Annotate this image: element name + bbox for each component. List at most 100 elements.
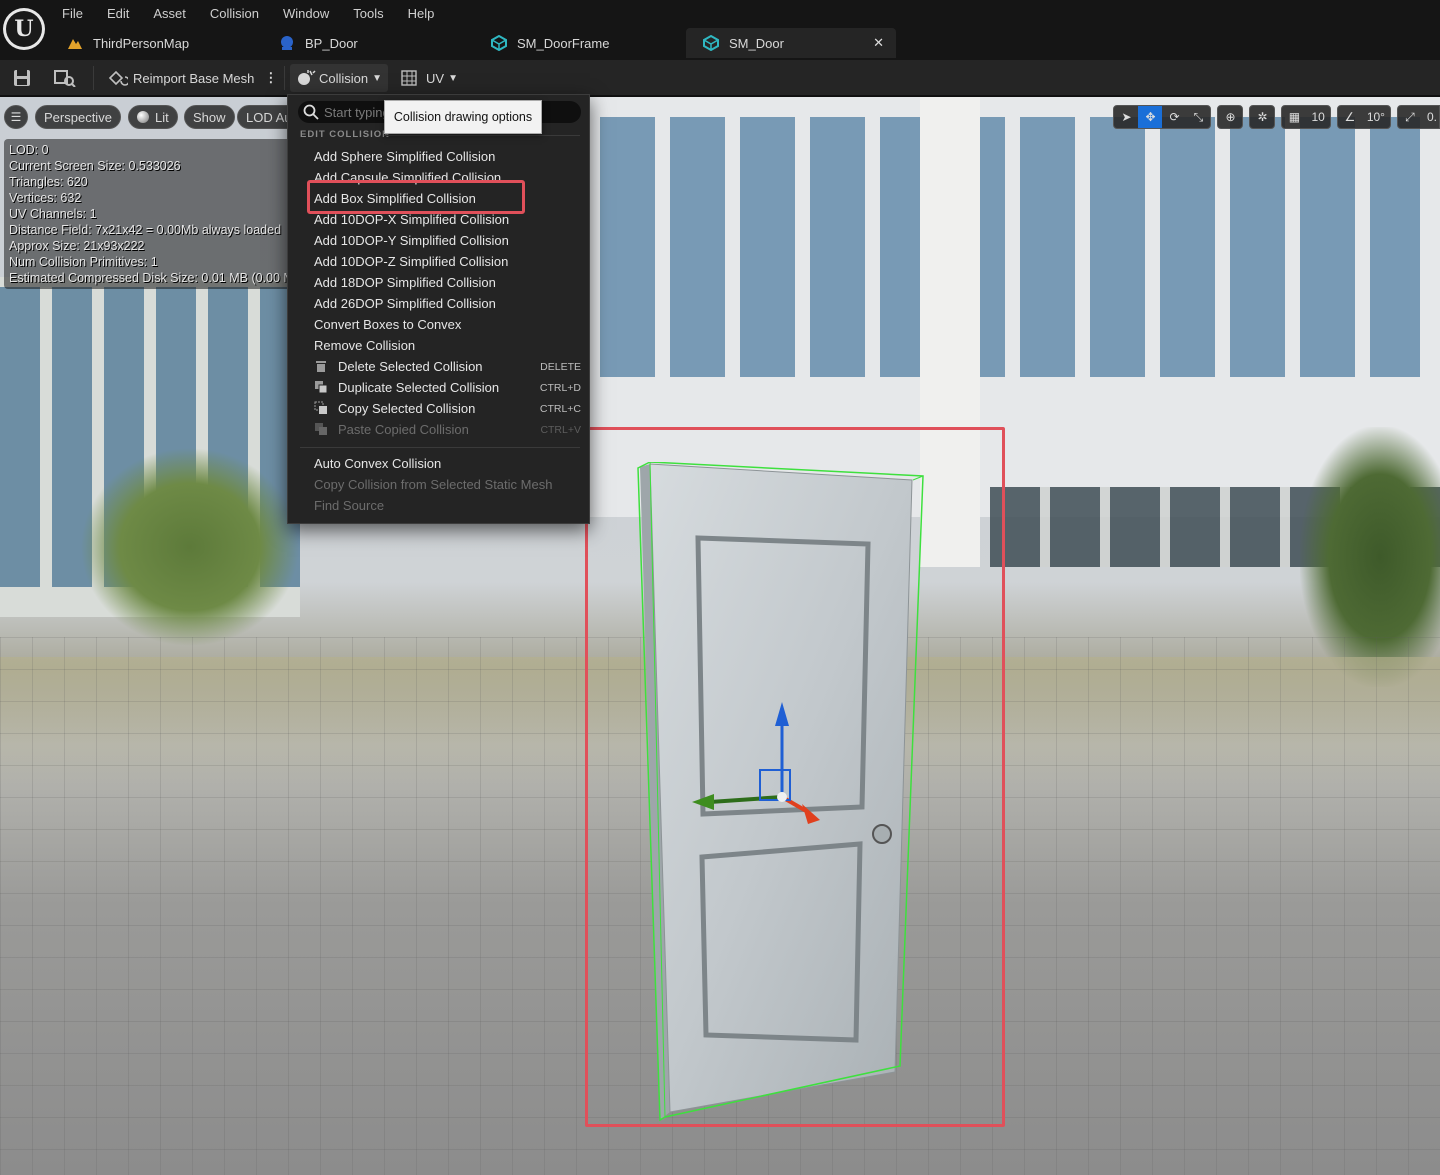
surface-snap-icon[interactable]: ✲ [1250, 106, 1274, 128]
search-placeholder: Start typing [324, 104, 390, 120]
shortcut-label: CTRL+C [539, 402, 581, 415]
menu-collision[interactable]: Collision [198, 0, 271, 28]
translate-mode-icon[interactable]: ✥ [1138, 106, 1163, 128]
menu-help[interactable]: Help [396, 0, 447, 28]
menu-item-label: Convert Boxes to Convex [314, 317, 462, 332]
world-space-icon[interactable]: ⊕ [1218, 106, 1242, 128]
show-label: Show [193, 109, 226, 125]
perspective-label: Perspective [44, 109, 112, 125]
document-tabs: ThirdPersonMap BP_Door SM_DoorFrame SM_D… [50, 28, 896, 58]
toolbar-divider [284, 66, 285, 90]
menu-edit[interactable]: Edit [95, 0, 141, 28]
add-box-highlight-box [307, 180, 525, 214]
uv-label: UV [426, 70, 445, 86]
rotation-snap-value[interactable]: 10° [1362, 110, 1390, 124]
tooltip-text: Collision drawing options [393, 110, 533, 124]
menu-item-remove-collision[interactable]: Remove Collision [288, 335, 589, 356]
menu-window[interactable]: Window [271, 0, 341, 28]
copy-icon [314, 401, 328, 415]
grid-snap-icon[interactable]: ▦ [1282, 106, 1306, 128]
reimport-base-mesh-button[interactable]: Reimport Base Mesh ⋮ [108, 64, 277, 92]
mesh-stats-overlay: LOD: 0 Current Screen Size: 0.533026 Tri… [4, 139, 294, 289]
grid-snap-value[interactable]: 10 [1306, 110, 1329, 124]
tab-bp-door[interactable]: BP_Door [262, 28, 474, 58]
scale-snap-value[interactable]: 0. [1422, 110, 1439, 124]
lod-button[interactable]: LOD Au [237, 105, 289, 129]
menu-item-label: Delete Selected Collision [338, 359, 483, 374]
menu-item-delete-selected-collision[interactable]: Delete Selected Collision DELETE [288, 356, 589, 377]
menu-item-label: Add 10DOP-X Simplified Collision [314, 212, 510, 227]
save-icon [14, 70, 30, 86]
collision-tooltip: Collision drawing options [384, 100, 542, 134]
menu-file[interactable]: File [50, 0, 95, 28]
angle-snap-icon[interactable]: ∠ [1338, 106, 1362, 128]
uv-dropdown-button[interactable]: UV ▼ [400, 64, 458, 92]
menu-item-duplicate-selected-collision[interactable]: Duplicate Selected Collision CTRL+D [288, 377, 589, 398]
menu-item-find-source: Find Source [288, 495, 589, 516]
save-button[interactable] [10, 64, 34, 92]
main-menu-bar: File Edit Asset Collision Window Tools H… [50, 0, 446, 28]
static-mesh-icon [702, 34, 720, 52]
shortcut-label: DELETE [540, 360, 581, 373]
tab-label: BP_Door [305, 35, 358, 51]
lit-button[interactable]: Lit [128, 105, 178, 129]
menu-item-paste-copied-collision: Paste Copied Collision CTRL+V [288, 419, 589, 440]
reimport-icon [108, 70, 128, 86]
coordinate-system-group: ⊕ [1217, 105, 1244, 129]
surface-snap-group: ✲ [1249, 105, 1276, 129]
background-tree-left [80, 447, 300, 647]
rotate-mode-icon[interactable]: ⟳ [1162, 106, 1186, 128]
stat-collision-primitives: Num Collision Primitives: 1 [9, 255, 158, 269]
title-bar: U File Edit Asset Collision Window Tools… [0, 0, 1440, 60]
scale-snap-icon[interactable]: ⤢ [1398, 106, 1422, 128]
more-options-icon[interactable]: ⋮ [264, 70, 277, 86]
menu-item-auto-convex-collision[interactable]: Auto Convex Collision [288, 453, 589, 474]
tab-sm-doorframe[interactable]: SM_DoorFrame [474, 28, 686, 58]
collision-icon [298, 70, 316, 85]
menu-divider [300, 447, 580, 448]
toolbar-divider [93, 66, 94, 90]
menu-item-convert-boxes-to-convex[interactable]: Convert Boxes to Convex [288, 314, 589, 335]
close-icon[interactable]: ✕ [873, 35, 884, 51]
menu-item-copy-selected-collision[interactable]: Copy Selected Collision CTRL+C [288, 398, 589, 419]
stat-lod: LOD: 0 [9, 143, 49, 157]
menu-item-add-26dop-collision[interactable]: Add 26DOP Simplified Collision [288, 293, 589, 314]
menu-item-label: Auto Convex Collision [314, 456, 442, 471]
perspective-button[interactable]: Perspective [35, 105, 121, 129]
mesh-viewport[interactable]: ☰ Perspective Lit Show LOD Au ➤ ✥ ⟳ ⤡ ⊕ … [0, 97, 1440, 1175]
scale-mode-icon[interactable]: ⤡ [1186, 106, 1210, 128]
menu-tools[interactable]: Tools [341, 0, 395, 28]
chevron-down-icon: ▼ [448, 72, 458, 84]
hamburger-icon: ☰ [10, 110, 22, 124]
browse-asset-button[interactable] [52, 64, 78, 92]
unreal-logo-icon[interactable]: U [3, 8, 45, 50]
menu-item-label: Add 26DOP Simplified Collision [314, 296, 496, 311]
asset-toolbar: Reimport Base Mesh ⋮ Collision ▼ UV ▼ [0, 60, 1440, 96]
menu-item-add-10dop-z-collision[interactable]: Add 10DOP-Z Simplified Collision [288, 251, 589, 272]
menu-item-add-10dop-y-collision[interactable]: Add 10DOP-Y Simplified Collision [288, 230, 589, 251]
search-icon [303, 104, 319, 123]
stat-distance-field: Distance Field: 7x21x42 = 0.00Mb always … [9, 223, 282, 237]
select-mode-icon[interactable]: ➤ [1114, 106, 1138, 128]
stat-uv-channels: UV Channels: 1 [9, 207, 97, 221]
stat-vertices: Vertices: 632 [9, 191, 82, 205]
paste-icon [314, 422, 328, 436]
stat-screen-size: Current Screen Size: 0.533026 [9, 159, 181, 173]
map-icon [66, 34, 84, 52]
menu-asset[interactable]: Asset [141, 0, 198, 28]
show-button[interactable]: Show [184, 105, 235, 129]
menu-item-add-18dop-collision[interactable]: Add 18DOP Simplified Collision [288, 272, 589, 293]
tab-sm-door[interactable]: SM_Door ✕ [686, 28, 896, 58]
collision-dropdown-menu: Start typing EDIT COLLISION Add Sphere S… [287, 94, 590, 524]
menu-item-add-sphere-collision[interactable]: Add Sphere Simplified Collision [288, 146, 589, 167]
tab-label: SM_DoorFrame [517, 35, 610, 51]
trash-icon [314, 359, 328, 373]
menu-item-label: Remove Collision [314, 338, 416, 353]
grid-snap-group: ▦ 10 [1281, 105, 1331, 129]
collision-dropdown-button[interactable]: Collision ▼ [290, 64, 389, 92]
viewport-menu-button[interactable]: ☰ [4, 105, 28, 129]
menu-item-label: Duplicate Selected Collision [338, 380, 500, 395]
tab-thirdpersonmap[interactable]: ThirdPersonMap [50, 28, 262, 58]
tab-label: ThirdPersonMap [93, 35, 190, 51]
stat-approx-size: Approx Size: 21x93x222 [9, 239, 145, 253]
